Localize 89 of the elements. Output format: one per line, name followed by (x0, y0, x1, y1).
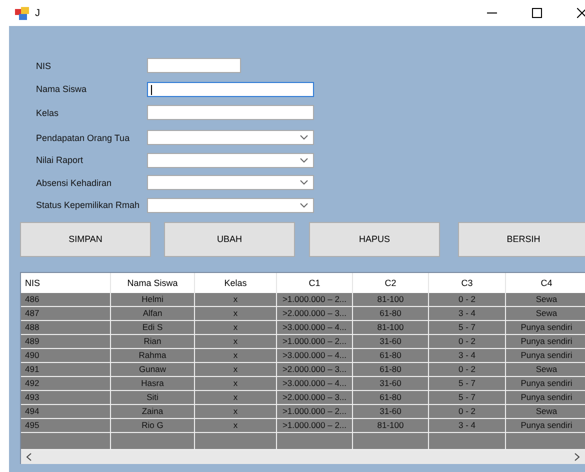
field-label: NIS (36, 60, 52, 71)
table-cell: 31-60 (353, 334, 429, 348)
column-header[interactable]: C3 (429, 272, 506, 292)
table-cell: 488 (21, 320, 111, 334)
table-cell: 61-80 (353, 306, 429, 320)
table-cell: >2.000.000 – 3... (277, 362, 353, 376)
table-cell: Sewa (506, 292, 585, 306)
column-header[interactable]: C1 (277, 272, 353, 292)
table-cell: 0 - 2 (429, 334, 506, 348)
table-cell: 31-60 (353, 376, 429, 390)
table-cell: 61-80 (353, 348, 429, 362)
table-cell: Helmi (111, 292, 195, 306)
action-button[interactable]: SIMPAN (20, 222, 151, 256)
table-cell: x (195, 404, 277, 418)
action-button[interactable]: UBAH (164, 222, 295, 256)
field-label: Nama Siswa (36, 84, 88, 94)
window-title: J (35, 8, 40, 18)
table-cell: >1.000.000 – 2... (277, 292, 353, 306)
table-cell: x (195, 292, 277, 306)
field-label: Absensi Kehadiran (36, 178, 113, 188)
table-cell: 3 - 4 (429, 348, 506, 362)
table-cell: Siti (111, 390, 195, 404)
table-cell: 489 (21, 334, 111, 348)
table-cell: Punya sendiri (506, 334, 585, 348)
table-cell: >2.000.000 – 3... (277, 306, 353, 320)
table-cell: 494 (21, 404, 111, 418)
table-cell: 3 - 4 (429, 306, 506, 320)
table-cell: Punya sendiri (506, 418, 585, 432)
table-cell: x (195, 418, 277, 432)
table-cell: Zaina (111, 404, 195, 418)
column-header[interactable]: Kelas (195, 272, 277, 292)
table-cell: x (195, 390, 277, 404)
table-cell: 61-80 (353, 390, 429, 404)
table-cell: >1.000.000 – 2... (277, 418, 353, 432)
table-cell: 491 (21, 362, 111, 376)
table-cell: 493 (21, 390, 111, 404)
table-cell: x (195, 306, 277, 320)
action-button[interactable]: BERSIH (458, 222, 585, 256)
table-cell: 5 - 7 (429, 376, 506, 390)
table-cell: x (195, 320, 277, 334)
table-cell: Punya sendiri (506, 348, 585, 362)
table-cell: Punya sendiri (506, 320, 585, 334)
table-cell: 492 (21, 376, 111, 390)
table-cell: Rahma (111, 348, 195, 362)
table-cell: Sewa (506, 404, 585, 418)
field-label: Kelas (36, 108, 60, 118)
table-cell: >3.000.000 – 4... (277, 320, 353, 334)
table-cell: Alfan (111, 306, 195, 320)
table-cell: 0 - 2 (429, 362, 506, 376)
column-header[interactable]: Nama Siswa (111, 272, 195, 292)
table-cell: >2.000.000 – 3... (277, 390, 353, 404)
table-cell: >3.000.000 – 4... (277, 348, 353, 362)
table-cell: 487 (21, 306, 111, 320)
field-label: Pendapatan Orang Tua (36, 132, 131, 143)
table-cell: 0 - 2 (429, 292, 506, 306)
table-cell: 31-60 (353, 404, 429, 418)
column-header[interactable]: NIS (21, 272, 111, 292)
table-cell: 5 - 7 (429, 390, 506, 404)
field-label: Status Kepemilikan Rmah (36, 200, 141, 210)
column-header[interactable]: C2 (353, 272, 429, 292)
column-header[interactable]: C4 (506, 272, 585, 292)
table-cell: Edi S (111, 320, 195, 334)
table-cell: Sewa (506, 362, 585, 376)
table-cell: 81-100 (353, 418, 429, 432)
table-cell: >3.000.000 – 4... (277, 376, 353, 390)
action-button[interactable]: HAPUS (309, 222, 440, 256)
table-cell: 81-100 (353, 292, 429, 306)
field-label: Nilai Raport (36, 155, 84, 166)
table-cell: Punya sendiri (506, 376, 585, 390)
table-cell: 490 (21, 348, 111, 362)
table-cell: x (195, 362, 277, 376)
table-cell: >1.000.000 – 2... (277, 404, 353, 418)
table-cell: x (195, 334, 277, 348)
table-cell: Hasra (111, 376, 195, 390)
table-cell: 486 (21, 292, 111, 306)
table-cell: Punya sendiri (506, 390, 585, 404)
table-cell: 81-100 (353, 320, 429, 334)
table-cell: Rio G (111, 418, 195, 432)
table-cell: 5 - 7 (429, 320, 506, 334)
table-cell: Sewa (506, 306, 585, 320)
table-cell: Gunaw (111, 362, 195, 376)
table-cell: Rian (111, 334, 195, 348)
table-cell: 0 - 2 (429, 404, 506, 418)
table-cell: 61-80 (353, 362, 429, 376)
table-cell: >1.000.000 – 2... (277, 334, 353, 348)
table-cell: x (195, 348, 277, 362)
table-cell: x (195, 376, 277, 390)
table-cell: 495 (21, 418, 111, 432)
table-cell: 3 - 4 (429, 418, 506, 432)
